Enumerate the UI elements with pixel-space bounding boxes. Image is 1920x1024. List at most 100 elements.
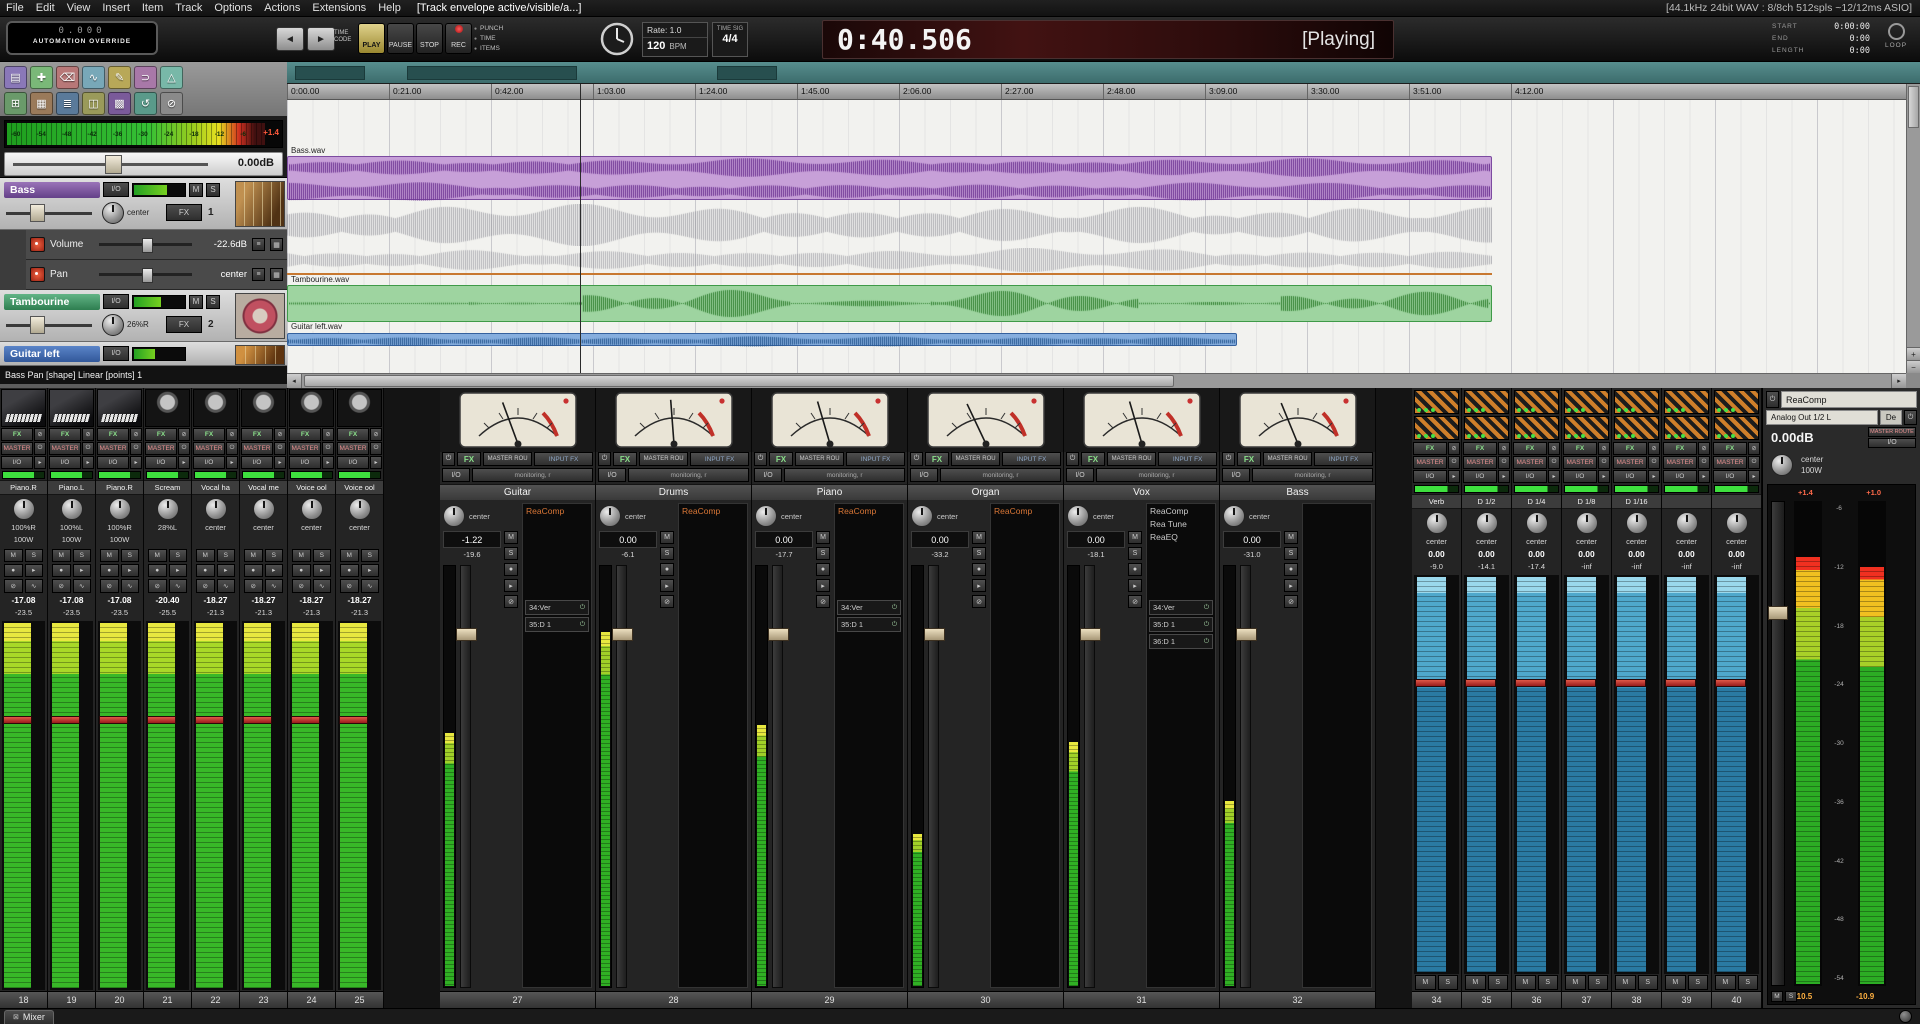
recarm-button[interactable]: ● xyxy=(196,563,215,578)
fx-button[interactable]: FX xyxy=(1563,442,1597,455)
monitor-button[interactable]: ▸ xyxy=(34,456,46,469)
power-button[interactable]: ⏻ xyxy=(226,442,238,455)
fader-zone[interactable] xyxy=(599,565,657,988)
track-name[interactable]: Bass xyxy=(1220,484,1375,500)
fx-insert[interactable]: Rea Tune xyxy=(1147,517,1215,530)
mute-button[interactable]: M xyxy=(1128,531,1142,544)
volume-fader-cap[interactable] xyxy=(30,316,45,334)
solo-button[interactable]: S xyxy=(120,549,139,562)
envelope-fader[interactable] xyxy=(99,268,192,283)
track-name[interactable]: Verb xyxy=(1412,494,1461,509)
device-button[interactable]: De xyxy=(1880,410,1902,425)
fx-insert[interactable]: ReaEQ xyxy=(1147,530,1215,543)
fader-cap[interactable] xyxy=(924,628,945,642)
monitor-button[interactable]: ▸ xyxy=(130,456,142,469)
io-button[interactable]: I/O xyxy=(442,468,470,482)
solo-button[interactable]: S xyxy=(360,549,379,562)
peak-value[interactable]: -17.4 xyxy=(1512,562,1561,574)
monitor-button[interactable]: ▸ xyxy=(178,456,190,469)
pan-value[interactable]: center xyxy=(192,523,239,535)
peak-value[interactable]: -inf xyxy=(1562,562,1611,574)
phase-button[interactable]: ⊘ xyxy=(226,428,238,441)
input-fx-button[interactable]: INPUT FX xyxy=(534,452,593,466)
master-route-button[interactable]: MASTER ROU xyxy=(483,452,533,466)
peak-value[interactable]: -17.7 xyxy=(755,548,813,563)
phase-button[interactable]: ⊘ xyxy=(292,579,311,593)
loop-toggle[interactable]: LOOP xyxy=(1880,23,1912,49)
mute-button[interactable]: M xyxy=(4,549,23,562)
envelope-button[interactable]: ∿ xyxy=(216,579,235,593)
monitoring-dropdown[interactable]: monitoring, r xyxy=(1096,468,1217,482)
scroll-left-arrow[interactable]: ◂ xyxy=(287,374,302,388)
phase-button[interactable]: ⊘ xyxy=(1748,442,1760,455)
recarm-button[interactable]: ● xyxy=(340,563,359,578)
toolbar-icon[interactable]: ⌫ xyxy=(56,66,79,89)
pan-value[interactable]: center xyxy=(127,208,149,217)
fader-cap[interactable] xyxy=(195,716,224,725)
toolbar-icon[interactable]: ▩ xyxy=(108,92,131,115)
record-button[interactable]: REC xyxy=(445,23,472,54)
receive-power-icon[interactable]: ⏻ xyxy=(1204,604,1209,612)
fx-embed-area[interactable] xyxy=(1612,388,1661,442)
fx-insert[interactable]: ReaComp xyxy=(835,504,903,517)
media-item-bass[interactable] xyxy=(287,156,1492,201)
toolbar-icon[interactable]: ∿ xyxy=(82,66,105,89)
monitor-button[interactable]: ▸ xyxy=(24,563,43,578)
volume-value[interactable]: 0.00 xyxy=(1223,531,1281,548)
envelope-fader[interactable] xyxy=(99,238,192,253)
io-button[interactable]: I/O xyxy=(1463,470,1497,483)
receive-item[interactable]: 34:Ver ⏻ xyxy=(1149,600,1213,615)
monitoring-dropdown[interactable]: monitoring, r xyxy=(784,468,905,482)
mute-button[interactable]: M xyxy=(292,549,311,562)
fx-embed-area[interactable] xyxy=(1712,388,1761,442)
fx-insert-list[interactable]: ReaComp xyxy=(990,503,1060,988)
master-fx-insert[interactable]: ReaComp xyxy=(1781,391,1917,408)
phase-button[interactable]: ⊘ xyxy=(1448,442,1460,455)
master-send-button[interactable]: MASTER xyxy=(337,442,369,455)
scroll-right-arrow[interactable]: ▸ xyxy=(1891,374,1906,388)
phase-button[interactable]: ⊘ xyxy=(244,579,263,593)
play-button[interactable]: PLAY xyxy=(358,23,385,54)
menu-item[interactable]: Item xyxy=(136,2,169,14)
peak-value[interactable]: -6.1 xyxy=(599,548,657,563)
master-send-button[interactable]: MASTER xyxy=(1513,456,1547,469)
solo-button[interactable]: S xyxy=(1637,975,1658,990)
master-send-button[interactable]: MASTER xyxy=(1713,456,1747,469)
io-button[interactable]: I/O xyxy=(103,182,129,197)
monitor-button[interactable]: ▸ xyxy=(1598,470,1610,483)
fader-cap[interactable] xyxy=(1236,628,1257,642)
pan-knob[interactable] xyxy=(156,498,179,520)
mute-button[interactable]: M xyxy=(196,549,215,562)
fx-button[interactable]: FX xyxy=(337,428,369,441)
peak-value[interactable]: -23.5 xyxy=(96,608,143,620)
io-button[interactable]: I/O xyxy=(241,456,273,469)
volume-value[interactable]: -18.27 xyxy=(336,595,383,608)
fx-embed-area[interactable] xyxy=(1462,388,1511,442)
close-icon[interactable]: ⊠ xyxy=(13,1013,19,1021)
mute-button[interactable]: M xyxy=(52,549,71,562)
io-button[interactable]: I/O xyxy=(1868,437,1916,448)
mute-button[interactable]: M xyxy=(1715,975,1736,990)
pan-knob[interactable] xyxy=(102,202,124,224)
envelope-button[interactable]: ∿ xyxy=(24,579,43,593)
io-button[interactable]: I/O xyxy=(1563,470,1597,483)
fader-meter[interactable] xyxy=(1714,575,1759,974)
master-send-button[interactable]: MASTER xyxy=(145,442,177,455)
envelope-name[interactable]: Pan xyxy=(50,269,94,280)
pan-knob[interactable] xyxy=(108,498,131,520)
pan-value[interactable]: center xyxy=(1712,537,1761,549)
fader-cap[interactable] xyxy=(1565,678,1596,687)
time-signature-box[interactable]: TIME SIG 4/4 xyxy=(712,22,748,57)
pan-knob[interactable] xyxy=(755,505,777,527)
master-volume-fader[interactable]: 0.00dB xyxy=(4,152,283,176)
track-name[interactable]: Piano.L xyxy=(48,480,95,495)
fader-meter[interactable] xyxy=(98,621,141,990)
pan-value[interactable]: center xyxy=(625,512,646,521)
track-name[interactable]: Scream xyxy=(144,480,191,495)
envelope-bypass-button[interactable]: ≡ xyxy=(252,238,265,251)
master-fader-cap[interactable] xyxy=(1768,605,1788,620)
track-name[interactable]: Voice ool xyxy=(336,480,383,495)
timeline-ruler[interactable]: 0:00.00 0:21.00 0:42.00 1:03.00 1:24.00 1:45.… xyxy=(287,84,1906,100)
fx-button[interactable]: FX xyxy=(1,428,33,441)
mute-button[interactable]: M xyxy=(100,549,119,562)
